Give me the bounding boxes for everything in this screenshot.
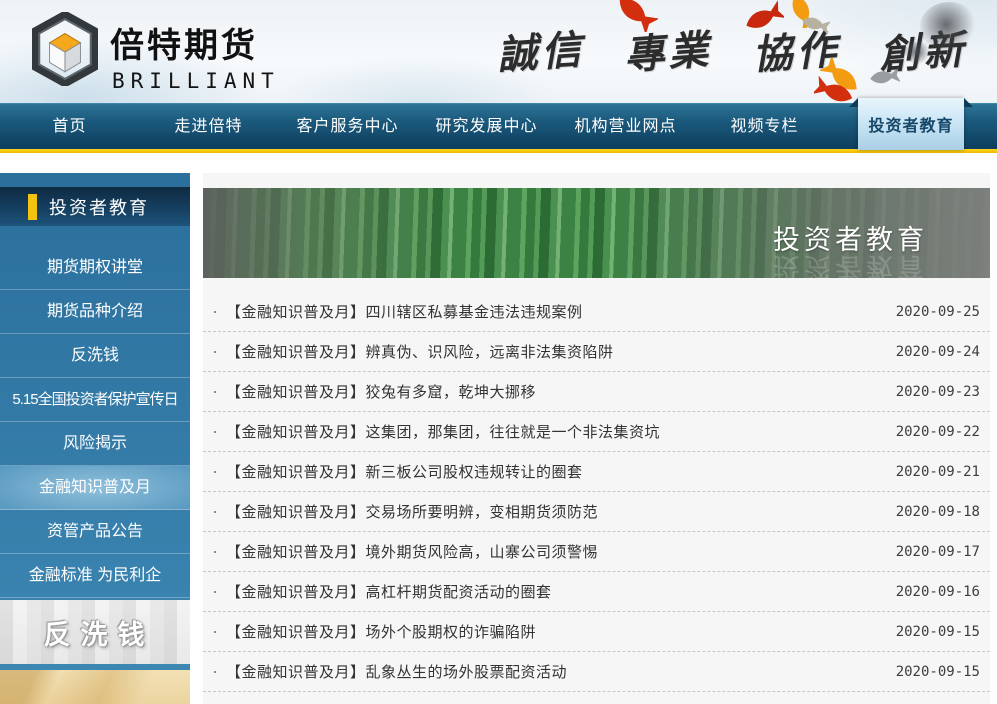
article-row[interactable]: · 【金融知识普及月】这集团，那集团，往往就是一个非法集资坑 2020-09-2… <box>203 412 990 452</box>
article-date: 2020-09-15 <box>896 664 980 680</box>
article-date: 2020-09-24 <box>896 344 980 360</box>
ink-splash <box>920 2 978 52</box>
article-date: 2020-09-22 <box>896 424 980 440</box>
aml-banner-text: 反洗钱 <box>36 613 155 652</box>
bullet-icon: · <box>212 301 226 322</box>
article-title[interactable]: 【金融知识普及月】境外期货风险高，山寨公司须警惕 <box>226 541 598 562</box>
brand-latin: BRILLIANT <box>112 69 280 93</box>
sidebar-title: 投资者教育 <box>49 194 149 220</box>
brand-text: 倍特期货 BRILLIANT <box>110 12 280 93</box>
nav-item[interactable]: 走进倍特 <box>139 104 278 150</box>
article-date: 2020-09-16 <box>896 584 980 600</box>
article-row[interactable]: · 【金融知识普及月】乱象丛生的场外股票配资活动 2020-09-15 <box>203 652 990 692</box>
gold-promo-banner[interactable] <box>0 670 190 704</box>
brand-logo[interactable]: 倍特期货 BRILLIANT <box>32 12 280 93</box>
bullet-icon: · <box>212 461 226 482</box>
nav-item[interactable]: 首页 <box>0 104 139 150</box>
anti-money-laundering-banner[interactable]: 反洗钱 <box>0 600 190 663</box>
sidebar-item[interactable]: 期货期权讲堂 <box>0 246 190 290</box>
article-date: 2020-09-23 <box>896 384 980 400</box>
article-title[interactable]: 【金融知识普及月】四川辖区私募基金违法违规案例 <box>226 301 583 322</box>
nav-tab-investor-education[interactable]: 投资者教育 <box>858 98 964 150</box>
article-date: 2020-09-17 <box>896 544 980 560</box>
article-row[interactable]: · 【金融知识普及月】高杠杆期货配资活动的圈套 2020-09-16 <box>203 572 990 612</box>
article-date: 2020-09-18 <box>896 504 980 520</box>
article-row[interactable]: · 【金融知识普及月】辨真伪、识风险，远离非法集资陷阱 2020-09-24 <box>203 332 990 372</box>
ink-fish-icon <box>868 66 900 88</box>
article-title[interactable]: 【金融知识普及月】场外个股期权的诈骗陷阱 <box>226 621 536 642</box>
article-title[interactable]: 【金融知识普及月】乱象丛生的场外股票配资活动 <box>226 661 567 682</box>
article-date: 2020-09-21 <box>896 464 980 480</box>
article-title[interactable]: 【金融知识普及月】交易场所要明辨，变相期货须防范 <box>226 501 598 522</box>
koi-fish-icon <box>612 0 658 32</box>
article-title[interactable]: 【金融知识普及月】辨真伪、识风险，远离非法集资陷阱 <box>226 341 614 362</box>
sidebar-item[interactable]: 金融标准 为民利企 <box>0 554 190 598</box>
bullet-icon: · <box>212 341 226 362</box>
koi-fish-icon <box>742 0 784 36</box>
sidebar-item[interactable]: 反洗钱 <box>0 334 190 378</box>
sidebar-item[interactable]: 期货品种介绍 <box>0 290 190 334</box>
ink-splash <box>905 42 931 64</box>
main-navigation: 首页走进倍特客户服务中心研究发展中心机构营业网点视频专栏 投资者教育 <box>0 103 997 149</box>
article-title[interactable]: 【金融知识普及月】新三板公司股权违规转让的圈套 <box>226 461 583 482</box>
sidebar-menu: 期货期权讲堂期货品种介绍反洗钱5.15全国投资者保护宣传日风险揭示金融知识普及月… <box>0 246 190 598</box>
article-list: · 【金融知识普及月】四川辖区私募基金违法违规案例 2020-09-25 · 【… <box>203 292 990 692</box>
article-row[interactable]: · 【金融知识普及月】场外个股期权的诈骗陷阱 2020-09-15 <box>203 612 990 652</box>
article-date: 2020-09-25 <box>896 304 980 320</box>
nav-item[interactable]: 客户服务中心 <box>278 104 417 150</box>
article-row[interactable]: · 【金融知识普及月】交易场所要明辨，变相期货须防范 2020-09-18 <box>203 492 990 532</box>
site-header: 倍特期货 BRILLIANT 誠信專業協作創新 <box>0 0 997 103</box>
article-row[interactable]: · 【金融知识普及月】狡兔有多窟，乾坤大挪移 2020-09-23 <box>203 372 990 412</box>
hexagon-cube-logo-icon <box>32 12 98 86</box>
article-row[interactable]: · 【金融知识普及月】境外期货风险高，山寨公司须警惕 2020-09-17 <box>203 532 990 572</box>
bullet-icon: · <box>212 621 226 642</box>
bullet-icon: · <box>212 381 226 402</box>
nav-item[interactable]: 研究发展中心 <box>417 104 556 150</box>
nav-item[interactable]: 机构营业网点 <box>556 104 695 150</box>
bullet-icon: · <box>212 501 226 522</box>
bullet-icon: · <box>212 661 226 682</box>
sidebar-item[interactable]: 5.15全国投资者保护宣传日 <box>0 378 190 422</box>
content-area: 投资者教育 期货期权讲堂期货品种介绍反洗钱5.15全国投资者保护宣传日风险揭示金… <box>0 153 997 704</box>
sidebar-item[interactable]: 资管产品公告 <box>0 510 190 554</box>
nav-items: 首页走进倍特客户服务中心研究发展中心机构营业网点视频专栏 <box>0 104 834 150</box>
nav-item[interactable]: 视频专栏 <box>695 104 834 150</box>
sidebar-item[interactable]: 金融知识普及月 <box>0 466 190 510</box>
sidebar-header: 投资者教育 <box>0 187 190 226</box>
article-title[interactable]: 【金融知识普及月】这集团，那集团，往往就是一个非法集资坑 <box>226 421 660 442</box>
main-panel: 投资者教育 投资者教育 · 【金融知识普及月】四川辖区私募基金违法违规案例 20… <box>203 173 990 704</box>
bullet-icon: · <box>212 581 226 602</box>
brand-name: 倍特期货 <box>110 18 280 67</box>
bamboo-banner: 投资者教育 投资者教育 <box>203 188 990 278</box>
yellow-marker <box>28 194 37 220</box>
article-row[interactable]: · 【金融知识普及月】新三板公司股权违规转让的圈套 2020-09-21 <box>203 452 990 492</box>
article-title[interactable]: 【金融知识普及月】狡兔有多窟，乾坤大挪移 <box>226 381 536 402</box>
article-row[interactable]: · 【金融知识普及月】四川辖区私募基金违法违规案例 2020-09-25 <box>203 292 990 332</box>
sidebar-item[interactable]: 风险揭示 <box>0 422 190 466</box>
page-title-reflection: 投资者教育 <box>773 250 928 278</box>
article-date: 2020-09-15 <box>896 624 980 640</box>
small-fish-icon <box>800 12 830 36</box>
slogan-word: 誠信 <box>495 17 587 81</box>
bullet-icon: · <box>212 541 226 562</box>
article-title[interactable]: 【金融知识普及月】高杠杆期货配资活动的圈套 <box>226 581 552 602</box>
sidebar: 投资者教育 期货期权讲堂期货品种介绍反洗钱5.15全国投资者保护宣传日风险揭示金… <box>0 173 190 704</box>
bullet-icon: · <box>212 421 226 442</box>
